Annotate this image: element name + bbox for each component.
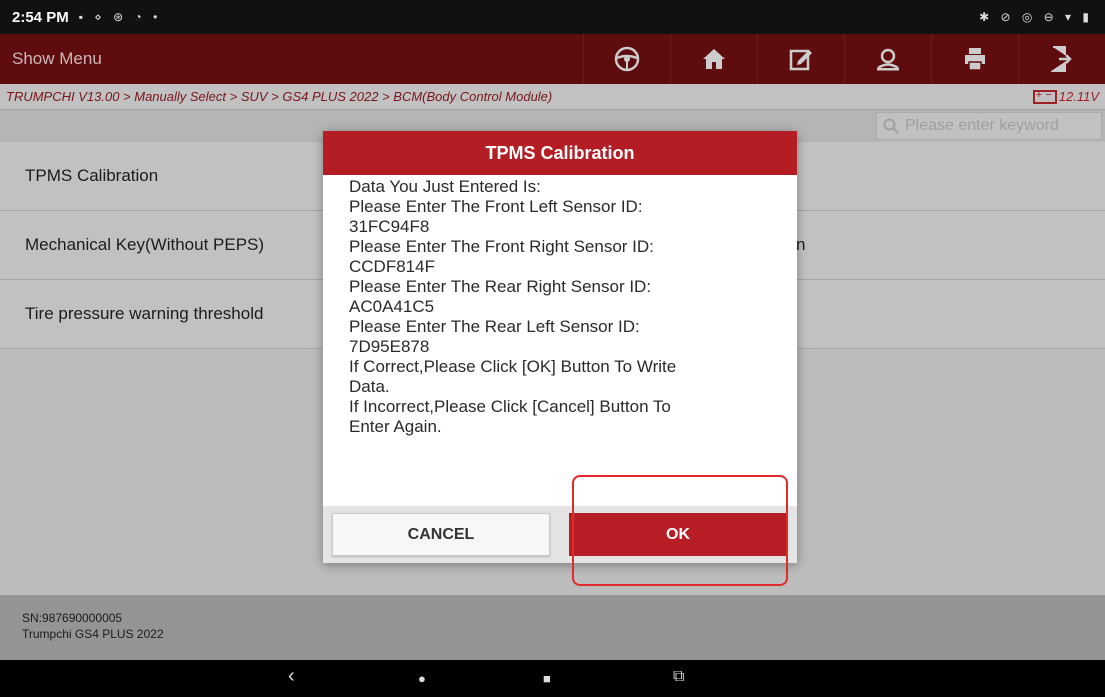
dialog-line: Please Enter The Rear Left Sensor ID: xyxy=(349,317,640,336)
recents-icon[interactable]: ■ xyxy=(543,671,551,686)
dialog-line: 7D95E878 xyxy=(349,337,430,356)
dialog-line: Please Enter The Rear Right Sensor ID: xyxy=(349,277,652,296)
system-status-icons: ✱ ⊘ ◎ ⊖ ▾ ▮ xyxy=(979,10,1093,24)
back-icon[interactable]: ‹ xyxy=(288,665,295,688)
notification-icons: ▪ ⋄ ⊛ ◔ • xyxy=(78,10,162,24)
dialog-message: Data You Just Entered Is: Please Enter T… xyxy=(323,175,797,506)
dialog-line: If Incorrect,Please Click [Cancel] Butto… xyxy=(349,397,671,416)
ok-button-highlight xyxy=(572,475,788,586)
screenshot-icon[interactable]: ⧉ xyxy=(673,668,684,686)
dialog-line: Please Enter The Front Right Sensor ID: xyxy=(349,237,654,256)
home-nav-icon[interactable]: ● xyxy=(418,671,426,686)
status-time: 2:54 PM xyxy=(12,8,69,26)
dialog-line: Data. xyxy=(349,377,390,396)
android-nav-bar: ‹ ● ■ ⧉ xyxy=(0,660,1105,697)
status-bar: 2:54 PM ▪ ⋄ ⊛ ◔ • ✱ ⊘ ◎ ⊖ ▾ ▮ xyxy=(0,0,1105,34)
dialog-line: Please Enter The Front Left Sensor ID: xyxy=(349,197,643,216)
dialog-line: 31FC94F8 xyxy=(349,217,430,236)
dialog-title: TPMS Calibration xyxy=(323,131,797,175)
dialog-line: Enter Again. xyxy=(349,417,442,436)
dialog-line: CCDF814F xyxy=(349,257,435,276)
dialog-line: Data You Just Entered Is: xyxy=(349,177,541,196)
dialog-line: AC0A41C5 xyxy=(349,297,435,316)
dialog-line: If Correct,Please Click [OK] Button To W… xyxy=(349,357,677,376)
cancel-button[interactable]: CANCEL xyxy=(332,513,550,556)
